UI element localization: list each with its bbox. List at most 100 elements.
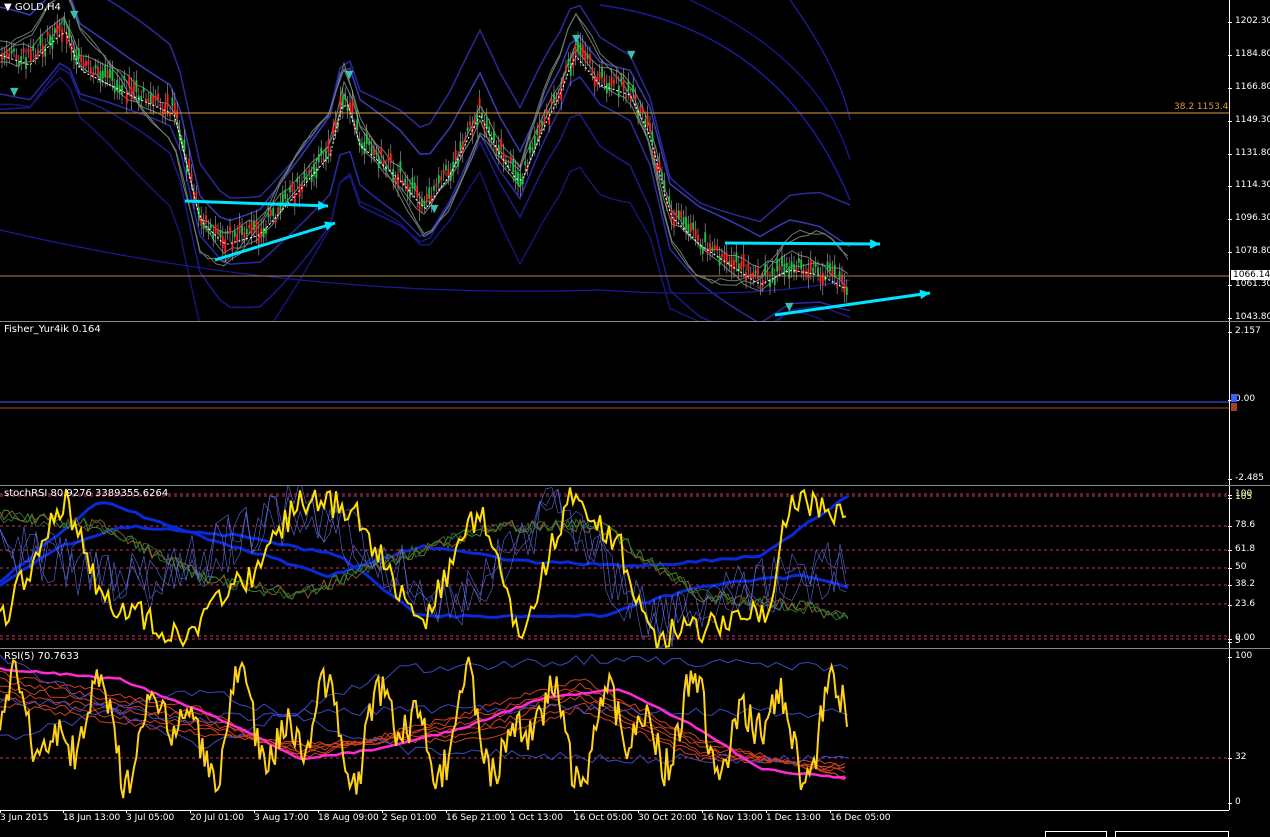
- candle-body: [754, 270, 757, 274]
- candle-body: [10, 49, 13, 54]
- fisher-slow-line: [0, 372, 846, 442]
- candle-body: [785, 262, 788, 268]
- candle-body: [589, 54, 591, 64]
- candle-body: [176, 109, 179, 118]
- scrollbar-tab[interactable]: [1115, 831, 1229, 837]
- candle-body: [152, 95, 155, 106]
- stoch-tick: 105: [1227, 492, 1253, 502]
- candle-body: [34, 54, 37, 59]
- candle-body: [721, 253, 723, 258]
- candle-body: [289, 186, 291, 193]
- candle-body: [725, 252, 728, 264]
- candle-body: [742, 253, 745, 267]
- time-label: 20 Jul 01:00: [190, 810, 244, 823]
- candle-body: [466, 127, 469, 131]
- candle-body: [305, 176, 308, 182]
- time-label: 2 Sep 01:00: [382, 810, 437, 823]
- candle-body: [613, 79, 615, 84]
- price-chart-canvas[interactable]: ▼ ▼ ▼ ▼ ▼ ▼ ▼: [0, 0, 1229, 321]
- candle-body: [25, 57, 27, 69]
- candle-body: [214, 224, 217, 234]
- candle-body: [845, 287, 848, 296]
- candle-body: [836, 285, 839, 289]
- candle-body: [368, 140, 371, 146]
- candle-body: [231, 240, 234, 252]
- candle-body: [317, 154, 320, 163]
- dropdown-triangle-icon[interactable]: ▼: [4, 2, 15, 13]
- candle-body: [169, 111, 171, 116]
- stochrsi-indicator-pane[interactable]: stochRSI 80.9276 3389355.6264: [0, 486, 1229, 649]
- candle-body: [783, 263, 786, 276]
- price-tick: 1166.80: [1227, 82, 1270, 92]
- candle-body: [469, 121, 471, 126]
- time-label: 16 Oct 05:00: [574, 810, 633, 823]
- candle-body: [452, 161, 455, 173]
- candle-body: [781, 256, 783, 267]
- fisher-indicator-canvas[interactable]: [0, 322, 1229, 485]
- candle-body: [243, 232, 246, 238]
- rsi-indicator-pane[interactable]: RSI(5) 70.7633: [0, 649, 1229, 810]
- candle-body: [670, 209, 673, 221]
- rsi-tick: 100: [1227, 651, 1253, 661]
- rsi-indicator-canvas[interactable]: [0, 649, 1229, 810]
- arrow-head: [870, 239, 880, 249]
- fisher-indicator-pane[interactable]: Fisher_Yur4ik 0.164: [0, 322, 1229, 486]
- rsi-envelope-line: [0, 677, 846, 778]
- candle-body: [77, 48, 80, 60]
- candle-body: [790, 261, 793, 270]
- candle-body: [380, 146, 383, 155]
- candle-body: [212, 232, 215, 240]
- candle-body: [123, 76, 126, 81]
- candle-body: [128, 76, 131, 88]
- candle-body: [658, 161, 661, 171]
- stochrsi-title: stochRSI 80.9276 3389355.6264: [4, 488, 169, 499]
- candle-body: [447, 168, 450, 177]
- candle-body: [277, 207, 279, 214]
- candle-body: [581, 44, 584, 57]
- candle-body: [773, 276, 776, 285]
- candle-body: [154, 95, 157, 100]
- candle-body: [274, 219, 277, 223]
- candle-body: [281, 193, 284, 204]
- candle-body: [509, 156, 512, 162]
- candle-body: [500, 138, 503, 150]
- candle-body: [814, 262, 817, 267]
- candle-body: [838, 271, 841, 280]
- candle-body: [795, 267, 798, 274]
- candle-body: [202, 220, 205, 230]
- candle-body: [250, 221, 253, 235]
- candle-body: [118, 85, 121, 93]
- time-label: 18 Aug 09:00: [318, 810, 379, 823]
- candle-body: [171, 97, 174, 107]
- scrollbar-tab[interactable]: [1045, 831, 1107, 837]
- candle-body: [236, 233, 239, 242]
- candle-body: [87, 60, 90, 66]
- candle-body: [147, 98, 150, 103]
- stochrsi-indicator-canvas[interactable]: [0, 486, 1229, 648]
- candle-body: [704, 232, 707, 243]
- candle-body: [694, 229, 697, 238]
- price-tick: 1202.30: [1227, 16, 1270, 26]
- candle-body: [740, 262, 743, 270]
- time-label: 1 Dec 13:00: [766, 810, 821, 823]
- candle-body: [478, 97, 481, 106]
- candle-body: [533, 135, 536, 147]
- candle-body: [286, 199, 289, 203]
- price-chart-pane[interactable]: ▼ ▼ ▼ ▼ ▼ ▼ ▼ ▼ GOLD,H4 38.2 1153.43: [0, 0, 1229, 322]
- candle-body: [646, 115, 649, 127]
- candle-body: [363, 142, 366, 155]
- time-label: 30 Oct 20:00: [638, 810, 697, 823]
- candle-body: [709, 242, 711, 252]
- candle-body: [435, 183, 438, 187]
- candle-body: [65, 33, 68, 44]
- stoch-tick: 78.6: [1227, 520, 1256, 530]
- envelope-line: [0, 0, 849, 286]
- candle-body: [524, 161, 527, 166]
- candle-body: [778, 265, 781, 271]
- candle-body: [687, 224, 690, 234]
- candle-body: [615, 75, 618, 79]
- candle-body: [605, 83, 608, 94]
- candle-body: [409, 187, 411, 197]
- time-label: 3 Aug 17:00: [254, 810, 309, 823]
- candle-body: [145, 98, 147, 102]
